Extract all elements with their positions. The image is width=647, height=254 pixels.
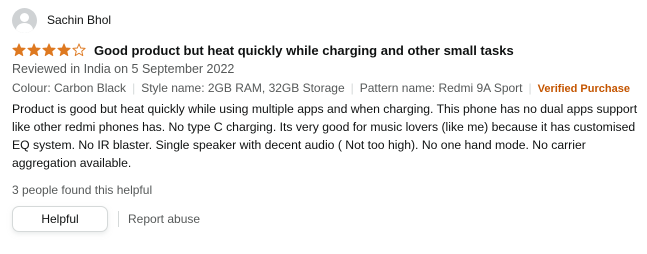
- action-divider: [118, 211, 119, 227]
- helpful-count: 3 people found this helpful: [12, 183, 153, 197]
- review-actions: Helpful Report abuse: [12, 206, 642, 232]
- helpful-button[interactable]: Helpful: [12, 206, 108, 232]
- attribute-pattern[interactable]: Pattern name: Redmi 9A Sport: [360, 81, 523, 95]
- star-rating: [12, 43, 87, 57]
- review-title[interactable]: Good product but heat quickly while char…: [94, 43, 514, 58]
- review-body: Product is good but heat quickly while u…: [12, 102, 638, 170]
- attribute-divider: |: [528, 81, 532, 95]
- review-title-row: Good product but heat quickly while char…: [12, 42, 642, 58]
- person-icon: [12, 7, 37, 33]
- reviewer-profile[interactable]: Sachin Bhol: [12, 6, 642, 34]
- star-filled-icon: [42, 43, 56, 57]
- reviewer-name[interactable]: Sachin Bhol: [47, 13, 111, 27]
- star-empty-icon: [72, 43, 86, 57]
- verified-purchase-badge: Verified Purchase: [537, 83, 630, 95]
- attribute-divider: |: [350, 81, 354, 95]
- star-filled-icon: [57, 43, 71, 57]
- attribute-colour[interactable]: Colour: Carbon Black: [12, 81, 126, 95]
- attribute-style[interactable]: Style name: 2GB RAM, 32GB Storage: [141, 81, 344, 95]
- review-attributes: Colour: Carbon Black | Style name: 2GB RAM…: [12, 79, 642, 98]
- report-abuse-link[interactable]: Report abuse: [128, 212, 200, 226]
- review-date: Reviewed in India on 5 September 2022: [12, 62, 235, 76]
- customer-review: Sachin Bhol Good product but heat quickl…: [12, 6, 642, 232]
- star-filled-icon: [27, 43, 41, 57]
- attribute-divider: |: [132, 81, 136, 95]
- star-filled-icon: [12, 43, 26, 57]
